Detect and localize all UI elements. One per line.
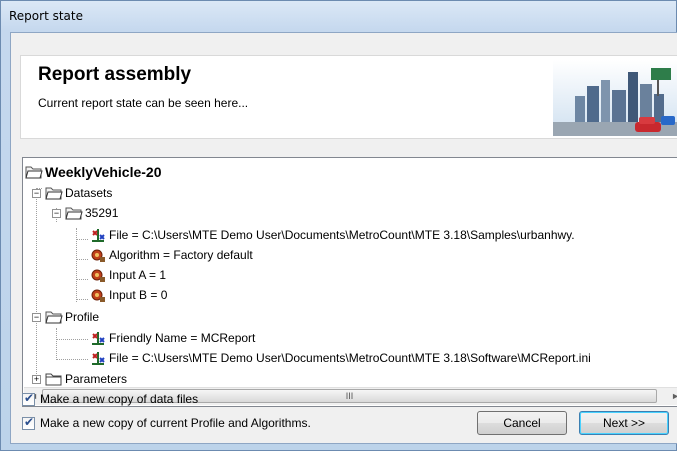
tree-node-label: Datasets — [65, 186, 113, 200]
checkmark-icon: ✔ — [24, 415, 35, 429]
vector-property-icon — [92, 229, 105, 242]
copy-profile-checkbox[interactable]: ✔ — [22, 415, 35, 430]
tree-connector — [76, 239, 88, 240]
tree-connector — [36, 188, 37, 378]
next-button[interactable]: Next >> — [579, 411, 669, 435]
vector-property-icon — [92, 332, 105, 345]
scrollbar-grip: III — [345, 391, 354, 401]
folder-open-icon — [45, 311, 63, 324]
tree-node-label: Input A = 1 — [109, 268, 167, 282]
tree-connector — [56, 339, 88, 340]
tree-node-label: Input B = 0 — [109, 288, 168, 302]
window-title: Report state — [9, 9, 83, 23]
scroll-right-icon[interactable]: ► — [671, 391, 677, 401]
tree-node-label: Profile — [65, 310, 100, 324]
folder-open-icon — [45, 187, 63, 200]
tree-node-label: WeeklyVehicle-20 — [45, 164, 162, 180]
folder-open-icon — [65, 207, 83, 220]
copy-data-files-checkbox[interactable]: ✔ — [22, 391, 35, 406]
collapse-toggle[interactable]: − — [52, 209, 61, 218]
page-title: Report assembly — [38, 64, 192, 85]
collapse-toggle[interactable]: − — [32, 189, 41, 198]
tree-node-label: Parameters — [65, 372, 128, 386]
title-bar[interactable]: Report state — [1, 1, 676, 31]
tree-connector — [76, 279, 88, 280]
folder-open-icon — [25, 166, 43, 179]
collapse-toggle[interactable]: − — [32, 313, 41, 322]
tree-connector — [56, 328, 57, 360]
expand-toggle[interactable]: + — [32, 375, 41, 384]
city-banner-image — [553, 60, 677, 136]
vector-property-icon — [92, 352, 105, 365]
copy-data-files-label[interactable]: Make a new copy of data files — [40, 392, 198, 406]
tree-connector — [56, 359, 88, 360]
gear-property-icon — [91, 249, 105, 262]
checkmark-icon: ✔ — [24, 391, 35, 405]
folder-closed-icon — [45, 373, 62, 386]
report-state-window: Report state Report assembly Current rep… — [0, 0, 677, 451]
tree-node-label: 35291 — [85, 206, 119, 220]
gear-property-icon — [91, 269, 105, 282]
tree-node-label: Algorithm = Factory default — [109, 248, 253, 262]
tree-node-label: File = C:\Users\MTE Demo User\Documents\… — [109, 351, 591, 365]
page-subtitle: Current report state can be seen here... — [38, 96, 249, 110]
tree-connector — [76, 299, 88, 300]
tree-node-label: File = C:\Users\MTE Demo User\Documents\… — [109, 228, 575, 242]
wizard-header: Report assembly Current report state can… — [20, 55, 677, 139]
tree-connector — [76, 259, 88, 260]
cancel-button[interactable]: Cancel — [477, 411, 567, 435]
gear-property-icon — [91, 289, 105, 302]
dialog-client-area: Report assembly Current report state can… — [10, 32, 677, 444]
tree-node-label: Friendly Name = MCReport — [109, 331, 256, 345]
copy-profile-label[interactable]: Make a new copy of current Profile and A… — [40, 416, 311, 430]
report-tree-view[interactable]: WeeklyVehicle-20 − Datasets − 35291 File… — [22, 157, 677, 407]
